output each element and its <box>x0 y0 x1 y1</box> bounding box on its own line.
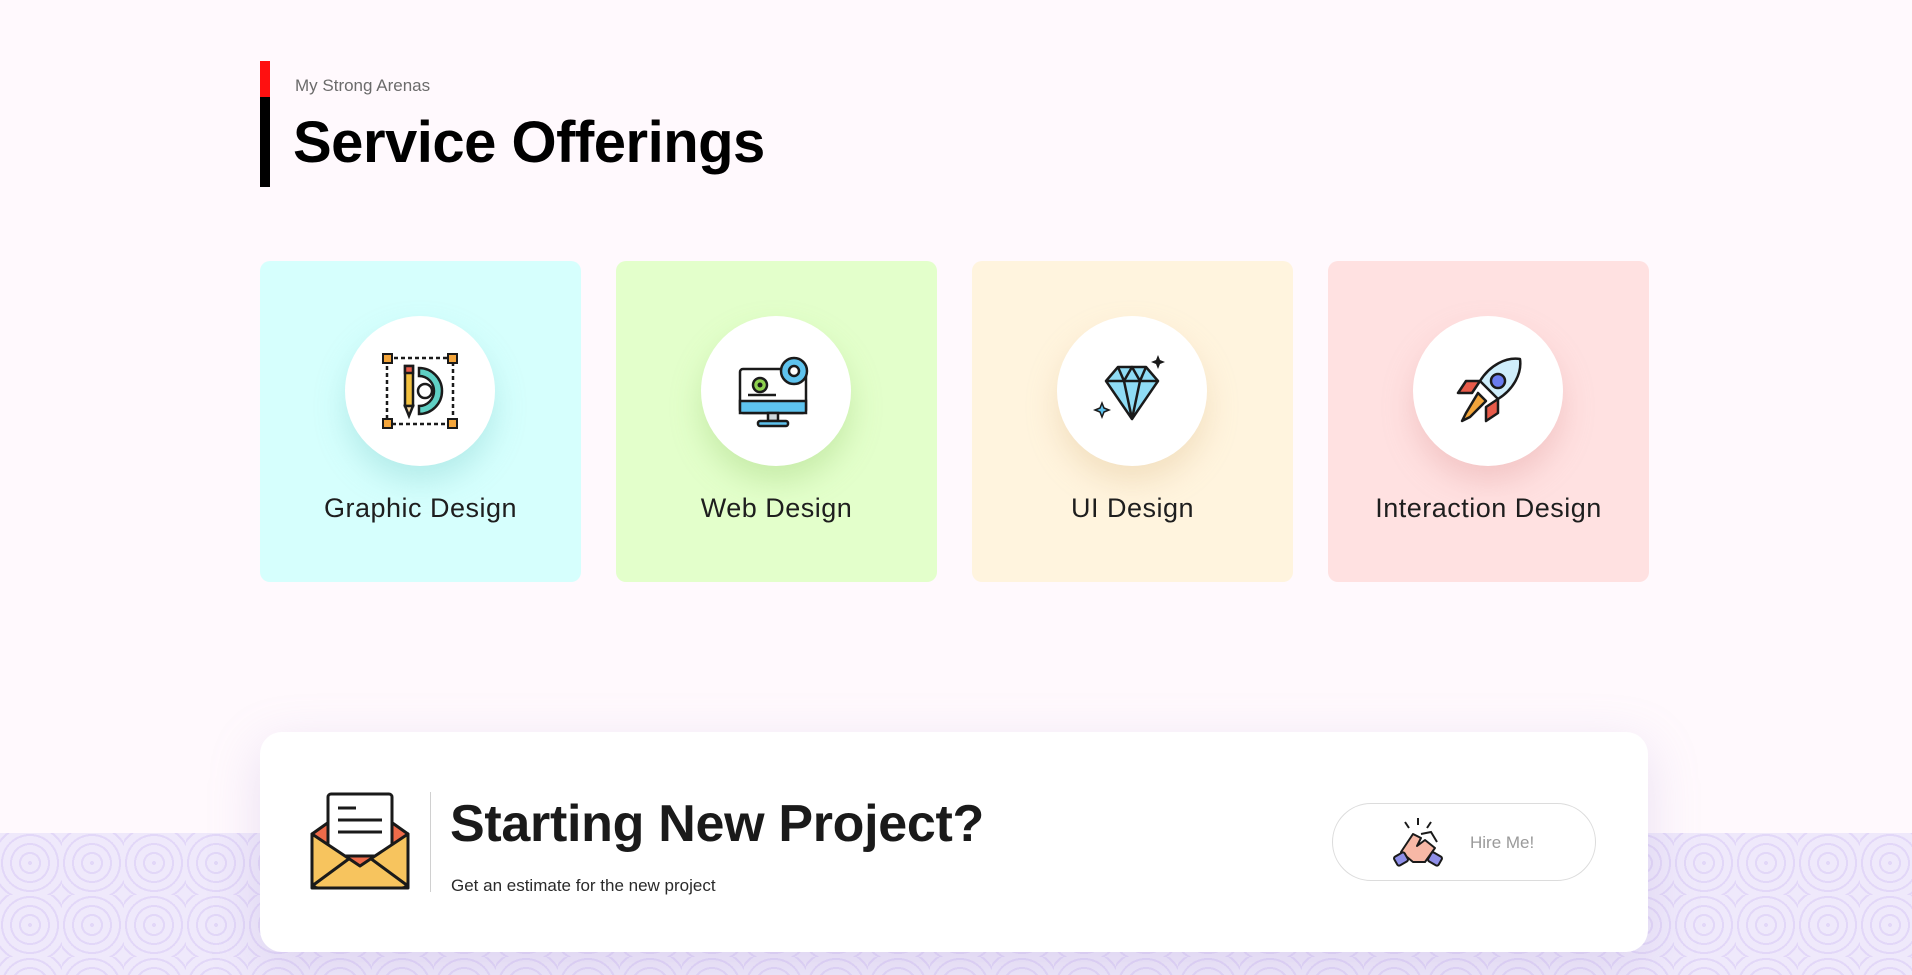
service-label: UI Design <box>1070 493 1195 523</box>
graphic-design-icon <box>382 353 458 429</box>
service-card-ui-design[interactable]: UI Design <box>972 261 1293 582</box>
heading-accent-bar <box>260 61 270 187</box>
interaction-design-icon <box>1456 357 1522 423</box>
cta-subtitle: Get an estimate for the new project <box>451 876 716 895</box>
icon-circle <box>1413 316 1563 466</box>
cta-divider <box>430 792 431 892</box>
service-cards: Graphic Design Web Design UI Design Inte… <box>260 261 1649 582</box>
section-title: Service Offerings <box>293 110 765 175</box>
service-label: Web Design <box>700 493 853 523</box>
service-label: Graphic Design <box>323 493 518 523</box>
handshake-icon <box>1393 818 1443 867</box>
icon-circle <box>1057 316 1207 466</box>
icon-circle <box>701 316 851 466</box>
service-card-web-design[interactable]: Web Design <box>616 261 937 582</box>
cta-box: Starting New Project? Get an estimate fo… <box>260 732 1648 952</box>
icon-circle <box>345 316 495 466</box>
hire-me-button[interactable]: Hire Me! <box>1332 803 1596 881</box>
section-subtitle: My Strong Arenas <box>295 76 431 95</box>
service-label: Interaction Design <box>1375 493 1602 523</box>
service-card-interaction-design[interactable]: Interaction Design <box>1328 261 1649 582</box>
ui-design-icon <box>1092 355 1165 421</box>
hire-me-label: Hire Me! <box>1470 833 1535 852</box>
service-card-graphic-design[interactable]: Graphic Design <box>260 261 581 582</box>
web-design-icon <box>738 356 809 428</box>
cta-title: Starting New Project? <box>450 795 985 853</box>
envelope-letter-icon <box>310 792 410 890</box>
